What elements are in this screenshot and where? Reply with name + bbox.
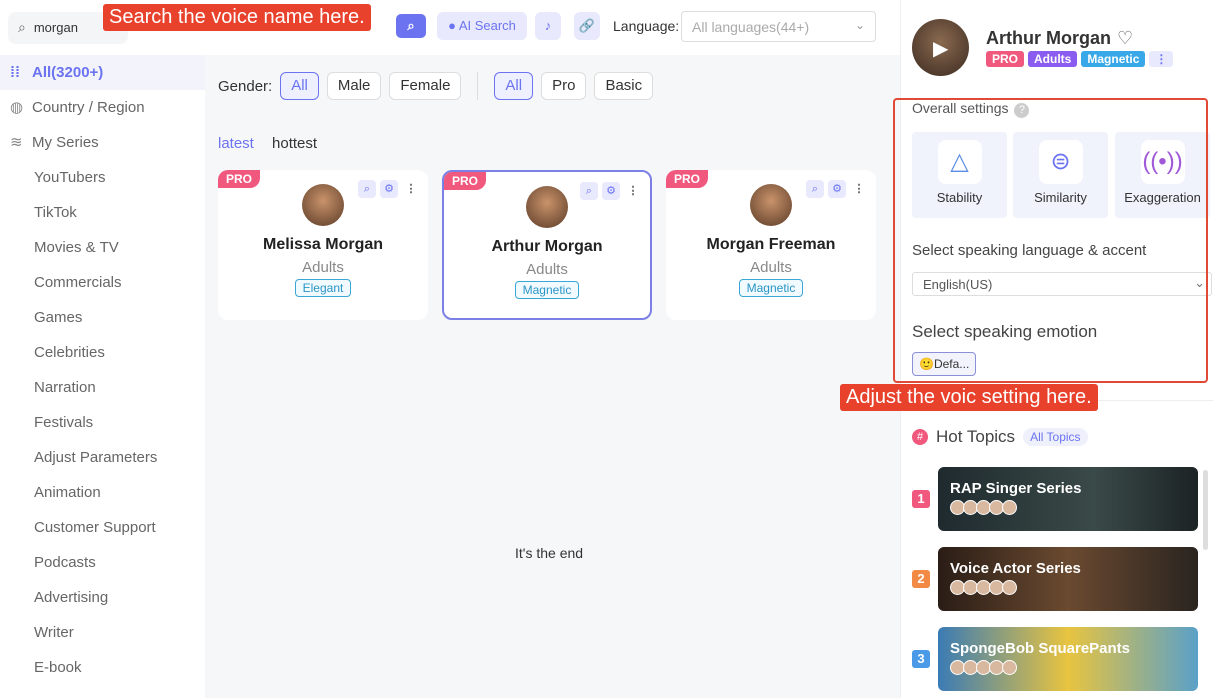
tier-basic[interactable]: Basic: [594, 72, 654, 100]
sidebar-item[interactable]: TikTok: [0, 195, 205, 230]
gender-female[interactable]: Female: [389, 72, 462, 100]
ai-search-button[interactable]: ● AI Search: [437, 12, 527, 40]
tab-hottest[interactable]: hottest: [272, 135, 317, 152]
sidebar-item-all[interactable]: ⁞⁞ All(3200+): [0, 55, 205, 90]
sidebar-item[interactable]: Narration: [0, 370, 205, 405]
tier-pro[interactable]: Pro: [541, 72, 587, 100]
rank-badge: 2: [912, 570, 930, 588]
filter-row: Gender: All Male Female All Pro Basic: [218, 72, 654, 100]
main-panel: Gender: All Male Female All Pro Basic la…: [205, 55, 900, 698]
tag-badge: Magnetic: [1081, 51, 1146, 67]
voice-card[interactable]: PRO ⌕ ⚙ ⋮ Melissa Morgan Adults Elegant: [218, 170, 428, 320]
pro-badge: PRO: [218, 170, 261, 188]
robot-icon: ●: [448, 18, 459, 33]
avatar: [302, 184, 344, 226]
divider: [477, 72, 479, 100]
pro-badge: PRO: [444, 172, 487, 190]
search-icon[interactable]: ⌕: [358, 180, 376, 198]
sidebar-item[interactable]: Customer Support: [0, 510, 205, 545]
search-icon: ⌕: [18, 19, 26, 35]
tier-all[interactable]: All: [494, 72, 534, 100]
hashtag-icon: #: [912, 429, 928, 445]
layers-icon: ≋: [10, 134, 23, 151]
sidebar-item[interactable]: Adjust Parameters: [0, 440, 205, 475]
sidebar-item[interactable]: Advertising: [0, 580, 205, 615]
sidebar-item[interactable]: Games: [0, 300, 205, 335]
voice-age: Adults: [302, 259, 344, 276]
sort-tabs: latest hottest: [218, 135, 331, 152]
gender-all[interactable]: All: [280, 72, 319, 100]
search-button[interactable]: ⌕: [396, 14, 426, 38]
grid-icon: ⁞⁞: [10, 64, 20, 81]
rank-badge: 1: [912, 490, 930, 508]
gender-male[interactable]: Male: [326, 72, 382, 100]
voice-tag: Magnetic: [514, 281, 580, 299]
topic-card[interactable]: Voice Actor Series: [938, 547, 1198, 611]
sidebar-item[interactable]: Podcasts: [0, 545, 205, 580]
chevron-down-icon: ⌄: [854, 18, 865, 32]
gear-icon[interactable]: ⚙: [380, 180, 398, 198]
more-icon[interactable]: ⋮: [402, 180, 420, 198]
sidebar-item[interactable]: Movies & TV: [0, 230, 205, 265]
end-text: It's the end: [515, 545, 584, 561]
globe-icon: ◍: [10, 99, 24, 116]
avatar-group: [950, 580, 1186, 595]
language-label: Language:: [613, 18, 680, 34]
sidebar-item[interactable]: Animation: [0, 475, 205, 510]
voice-card[interactable]: PRO ⌕ ⚙ ⋮ Arthur Morgan Adults Magnetic: [442, 170, 652, 320]
settings-callout: Adjust the voic setting here.: [840, 384, 1098, 411]
gear-icon[interactable]: ⚙: [828, 180, 846, 198]
sidebar-item[interactable]: Writer: [0, 615, 205, 650]
play-icon: ▶: [933, 38, 949, 60]
more-icon[interactable]: ⋮: [850, 180, 868, 198]
voice-name: Arthur Morgan: [986, 28, 1111, 48]
pro-badge: PRO: [986, 51, 1025, 67]
sidebar-item[interactable]: E-book: [0, 650, 205, 685]
voice-age: Adults: [526, 261, 568, 278]
search-icon[interactable]: ⌕: [806, 180, 824, 198]
voice-name: Melissa Morgan: [262, 236, 384, 253]
voice-name: Morgan Freeman: [706, 236, 836, 253]
heart-icon[interactable]: ♡: [1117, 28, 1133, 48]
age-badge: Adults: [1028, 51, 1078, 67]
avatar-group: [950, 500, 1186, 515]
voice-tag: Magnetic: [738, 279, 804, 297]
voice-card[interactable]: PRO ⌕ ⚙ ⋮ Morgan Freeman Adults Magnetic: [666, 170, 876, 320]
sidebar: ⁞⁞ All(3200+) ◍ Country / Region ≋ My Serie…: [0, 55, 205, 698]
scrollbar[interactable]: [1203, 470, 1208, 550]
avatar: [750, 184, 792, 226]
all-topics-link[interactable]: All Topics: [1023, 428, 1088, 446]
more-icon[interactable]: ⋮: [624, 182, 642, 200]
tab-latest[interactable]: latest: [218, 135, 254, 152]
sidebar-item-my-series[interactable]: ≋ My Series: [0, 125, 205, 160]
sidebar-item-country[interactable]: ◍ Country / Region: [0, 90, 205, 125]
link-icon[interactable]: 🔗: [574, 12, 600, 40]
settings-highlight: [893, 98, 1208, 383]
avatar: [526, 186, 568, 228]
pro-badge: PRO: [666, 170, 709, 188]
sidebar-item[interactable]: Commercials: [0, 265, 205, 300]
topic-card[interactable]: RAP Singer Series: [938, 467, 1198, 531]
rank-badge: 3: [912, 650, 930, 668]
sidebar-item[interactable]: Celebrities: [0, 335, 205, 370]
voice-name: Arthur Morgan: [491, 238, 603, 255]
more-icon[interactable]: ⋮: [1149, 51, 1174, 67]
avatar-group: [950, 660, 1186, 675]
avatar[interactable]: ▶: [912, 19, 969, 76]
audio-file-icon[interactable]: ♪: [535, 12, 561, 40]
search-callout: Search the voice name here.: [103, 4, 371, 31]
gear-icon[interactable]: ⚙: [602, 182, 620, 200]
search-icon[interactable]: ⌕: [580, 182, 598, 200]
sidebar-item[interactable]: Festivals: [0, 405, 205, 440]
voice-tag: Elegant: [294, 279, 352, 297]
sidebar-item[interactable]: YouTubers: [0, 160, 205, 195]
topic-card[interactable]: SpongeBob SquarePants: [938, 627, 1198, 691]
voice-age: Adults: [750, 259, 792, 276]
language-select[interactable]: All languages(44+) ⌄: [681, 11, 876, 42]
